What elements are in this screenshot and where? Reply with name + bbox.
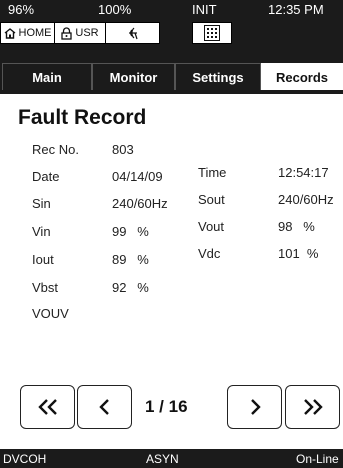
tab-records[interactable]: Records xyxy=(261,63,343,91)
status-bar: 96% 100% INIT 12:35 PM xyxy=(0,0,343,19)
home-label: HOME xyxy=(18,27,52,39)
chevron-left-icon xyxy=(98,399,109,415)
sout-label: Sout xyxy=(198,192,225,207)
rec-no-label: Rec No. xyxy=(32,142,79,157)
time-label: Time xyxy=(198,165,227,180)
tab-settings-label: Settings xyxy=(192,69,244,85)
tab-main[interactable]: Main xyxy=(2,63,92,91)
tab-settings[interactable]: Settings xyxy=(175,63,261,91)
iout-value: 89 % xyxy=(112,252,149,267)
vin-label: Vin xyxy=(32,224,51,239)
date-label: Date xyxy=(32,169,60,184)
time-value: 12:54:17 xyxy=(278,165,329,180)
keypad-button[interactable] xyxy=(192,22,232,44)
vdc-value: 101 % xyxy=(278,246,319,261)
home-button[interactable]: HOME xyxy=(0,22,55,44)
sout-value: 240/60Hz xyxy=(278,192,334,207)
bottom-status-right: On-Line xyxy=(296,452,339,466)
vdc-label: Vdc xyxy=(198,246,221,261)
double-chevron-right-icon xyxy=(303,399,323,415)
vbst-label: Vbst xyxy=(32,280,59,295)
double-chevron-left-icon xyxy=(37,399,57,415)
bottom-status-bar: DVCOH ASYN On-Line xyxy=(0,449,343,468)
signal-icon xyxy=(128,27,138,40)
bottom-status-center: ASYN xyxy=(146,452,179,466)
vbst-value: 92 % xyxy=(112,280,149,295)
iout-label: Iout xyxy=(32,252,54,267)
user-button[interactable]: USR xyxy=(54,22,106,44)
sin-value: 240/60Hz xyxy=(112,196,168,211)
tab-underline xyxy=(0,90,343,94)
page-indicator: 1 / 16 xyxy=(145,397,188,416)
tab-records-label: Records xyxy=(275,69,329,85)
user-label: USR xyxy=(75,27,99,39)
keypad-icon xyxy=(204,25,220,41)
vouv-label: VOUV xyxy=(32,306,69,321)
battery-status: 96% xyxy=(8,2,35,17)
tab-main-label: Main xyxy=(32,69,62,85)
load-status: 100% xyxy=(98,2,132,17)
clock: 12:35 PM xyxy=(268,2,324,17)
rec-no-value: 803 xyxy=(112,142,134,157)
tab-monitor-label: Monitor xyxy=(109,69,158,85)
sin-label: Sin xyxy=(32,196,51,211)
vout-label: Vout xyxy=(198,219,225,234)
prev-page-button[interactable] xyxy=(77,385,132,429)
home-icon xyxy=(4,27,15,39)
bottom-status-left: DVCOH xyxy=(3,452,47,466)
first-page-button[interactable] xyxy=(20,385,75,429)
vout-value: 98 % xyxy=(278,219,315,234)
page-title: Fault Record xyxy=(18,106,147,129)
tab-monitor[interactable]: Monitor xyxy=(92,63,175,91)
tab-bar: Main Monitor Settings Records xyxy=(0,60,343,91)
signal-button[interactable] xyxy=(105,22,160,44)
toolbar: HOME USR xyxy=(0,19,343,60)
mode-status: INIT xyxy=(192,2,217,17)
last-page-button[interactable] xyxy=(285,385,340,429)
chevron-right-icon xyxy=(250,399,261,415)
next-page-button[interactable] xyxy=(227,385,282,429)
lock-icon xyxy=(61,26,73,40)
date-value: 04/14/09 xyxy=(112,169,163,184)
vin-value: 99 % xyxy=(112,224,149,239)
